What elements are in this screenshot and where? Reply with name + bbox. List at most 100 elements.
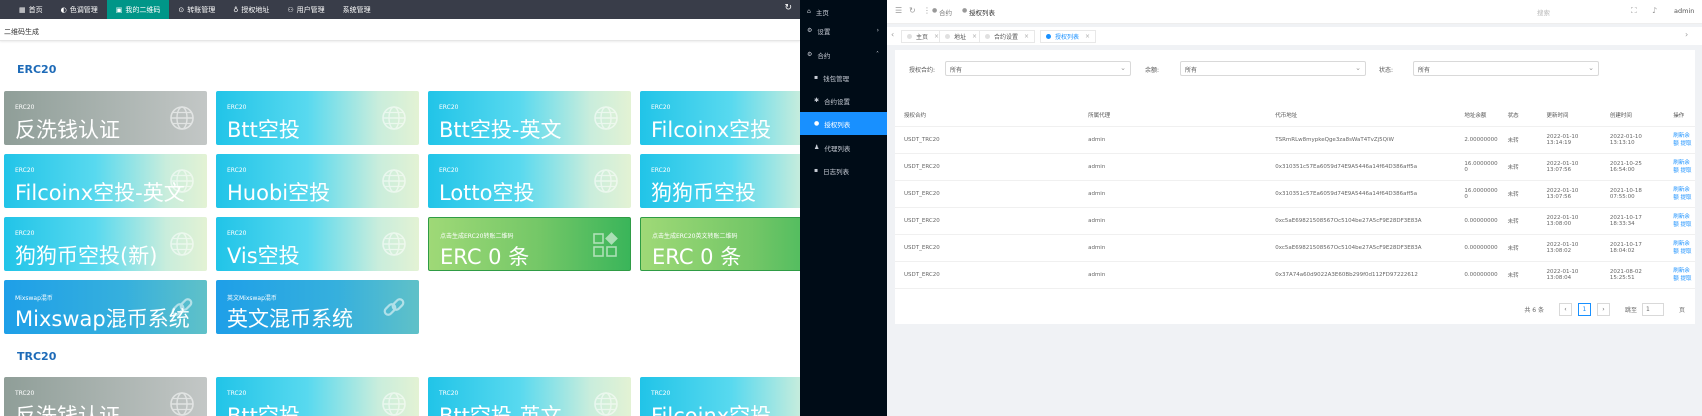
row-actions-link[interactable]: 刷新余额 提取 <box>1664 207 1695 235</box>
qrcode-card[interactable]: ERC20 狗狗币空投(新) <box>4 217 207 271</box>
card-caption: ERC20 <box>651 104 671 111</box>
table-cell: 2022-01-10 13:08:02 <box>1537 234 1601 262</box>
row-actions-link[interactable]: 刷新余额 提取 <box>1664 180 1695 208</box>
qrcode-card[interactable]: TRC20 Btt空投-英文 <box>428 377 631 416</box>
sidebar-item-4[interactable]: ✱ 合约设置 <box>800 89 887 112</box>
chevron-right-icon[interactable]: › <box>1685 30 1688 39</box>
bell-icon[interactable]: ♪ <box>1652 6 1657 15</box>
nav-item-4[interactable]: ♁ 授权地址 <box>224 0 278 19</box>
card-title: Filcoinx空投 <box>651 118 772 142</box>
filter-label: 授权合约: <box>909 67 936 74</box>
nav-item-6[interactable]: 系统管理 <box>334 0 380 19</box>
table-cell: 2022-01-10 13:13:10 <box>1600 126 1665 154</box>
nav-item-label: 系统管理 <box>342 5 371 14</box>
table-cell: 2021-10-18 07:55:00 <box>1600 180 1665 208</box>
dot-icon: ● <box>962 7 968 14</box>
qrcode-card[interactable]: TRC20 反洗钱认证 <box>4 377 207 416</box>
nav-item-label: 我的二维码 <box>125 5 161 14</box>
column-header: 创建时间 <box>1600 104 1665 127</box>
table-row: USDT_ERC20 admin 0xc5aE69821508567Oc5104be… <box>895 207 1695 235</box>
column-header: 授权合约 <box>895 104 1080 127</box>
nav-item-1[interactable]: ◐ 色调管理 <box>52 0 107 19</box>
nav-item-3[interactable]: ⊙ 转账管理 <box>169 0 224 19</box>
qrcode-card[interactable]: Mixswap混币 Mixswap混币系统 <box>4 280 207 334</box>
table-cell: 2021-08-02 15:25:51 <box>1600 261 1665 289</box>
filter-label: 状态: <box>1379 67 1394 74</box>
menu-icon[interactable]: ☰ <box>895 6 902 15</box>
next-page-button[interactable]: › <box>1596 302 1610 316</box>
nav-item-label: 用户管理 <box>296 5 325 14</box>
qrcode-card[interactable]: 点击生成ERC20转账二维码 ERC 0 条 <box>428 217 631 271</box>
table-cell: 未转 <box>1498 126 1538 154</box>
close-icon[interactable]: × <box>972 33 977 40</box>
table-cell: 2.00000000 <box>1455 126 1499 154</box>
qrcode-card[interactable]: TRC20 Filcoinx空投 <box>640 377 800 416</box>
fullscreen-icon[interactable]: ⛶ <box>1631 6 1637 16</box>
nav-item-0[interactable]: ▦ 首页 <box>10 0 52 19</box>
qrcode-card[interactable]: ERC20 Filcoinx空投-英文 <box>4 154 207 208</box>
qrcode-icon: ▣ <box>115 5 123 14</box>
qrcode-card[interactable]: ERC20 反洗钱认证 <box>4 91 207 145</box>
row-actions-link[interactable]: 刷新余额 提取 <box>1664 234 1695 262</box>
prev-page-button[interactable]: ‹ <box>1558 302 1572 316</box>
table-cell: USDT_ERC20 <box>895 261 1080 289</box>
table-cell: 2022-01-10 13:07:56 <box>1537 180 1601 208</box>
tab-1[interactable]: 地址 × <box>939 30 984 43</box>
tab-3[interactable]: 授权列表 × <box>1040 30 1097 43</box>
filter-label: 余额: <box>1145 67 1160 74</box>
chevron-left-icon[interactable]: ‹ <box>891 30 894 39</box>
row-actions-link[interactable]: 刷新余额 提取 <box>1664 261 1695 289</box>
qrcode-card[interactable]: ERC20 Lotto空投 <box>428 154 631 208</box>
card-title: 狗狗币空投 <box>651 181 756 205</box>
sidebar-item-5[interactable]: ● 授权列表 <box>800 112 887 135</box>
nav-item-5[interactable]: ⚇ 用户管理 <box>278 0 333 19</box>
card-title: 狗狗币空投(新) <box>15 244 158 268</box>
qrcode-card[interactable]: ERC20 狗狗币空投 <box>640 154 800 208</box>
qrcode-card[interactable]: ERC20 Btt空投-英文 <box>428 91 631 145</box>
sidebar-item-2[interactable]: ⚙ 合约 ˄ <box>800 43 887 66</box>
qrcode-card[interactable]: ERC20 Huobi空投 <box>216 154 419 208</box>
row-actions-link[interactable]: 刷新余额 提取 <box>1664 153 1695 181</box>
sidebar-item-label: 日志列表 <box>823 167 850 176</box>
qrcode-card[interactable]: 英文Mixswap混币 英文混币系统 <box>216 280 419 334</box>
filter-select[interactable]: 所有 ⌄ <box>945 61 1131 76</box>
qrcode-card[interactable]: TRC20 Btt空投 <box>216 377 419 416</box>
filter-select[interactable]: 所有 ⌄ <box>1413 61 1599 76</box>
table-cell: admin <box>1079 261 1267 289</box>
qrcode-card[interactable]: 点击生成ERC20英文转账二维码 ERC 0 条 <box>640 217 800 271</box>
qrcode-card[interactable]: ERC20 Filcoinx空投 <box>640 91 800 145</box>
sidebar-bullet-icon: ⌂ <box>807 8 811 15</box>
refresh-icon[interactable]: ↻ <box>909 6 916 15</box>
authorization-list-panel: ☰ ↻ ⋮ ● 合约 ● 授权列表 搜索 ⛶ ♪ admin ‹ › 主页 × 地址… <box>887 0 1702 416</box>
user-name[interactable]: admin <box>1674 7 1694 15</box>
table-row: USDT_ERC20 admin 0xc5aE69821508567Oc5104be… <box>895 234 1695 262</box>
table-row: USDT_ERC20 admin 0x310351c57Ea6059d74E9A54… <box>895 153 1695 181</box>
table-cell: USDT_TRC20 <box>895 126 1080 154</box>
qrcode-card[interactable]: ERC20 Vis空投 <box>216 217 419 271</box>
nav-item-2[interactable]: ▣ 我的二维码 <box>106 0 170 19</box>
filter-select[interactable]: 所有 ⌄ <box>1180 61 1366 76</box>
refresh-icon[interactable]: ↻ <box>784 3 792 13</box>
jump-page-input[interactable]: 1 <box>1641 302 1664 316</box>
table-cell: TSRmRLw8mypkeQge3za8sWaT4TvZj5QiW <box>1266 126 1456 154</box>
table-cell: admin <box>1079 126 1267 154</box>
user-icon: ⚇ <box>287 5 294 14</box>
sidebar-item-3[interactable]: ▪ 钱包管理 <box>800 66 887 89</box>
tab-dot-icon <box>1046 34 1051 39</box>
close-icon[interactable]: × <box>1085 33 1090 40</box>
qrcode-card[interactable]: ERC20 Btt空投 <box>216 91 419 145</box>
tab-2[interactable]: 合约设置 × <box>979 30 1036 43</box>
sidebar-item-1[interactable]: ⚙ 设置 › <box>800 19 887 42</box>
card-caption: 点击生成ERC20英文转账二维码 <box>652 233 738 240</box>
current-page-button[interactable]: 1 <box>1577 302 1591 316</box>
sidebar-item-6[interactable]: ♟ 代理列表 <box>800 136 887 159</box>
row-actions-link[interactable]: 刷新余额 提取 <box>1664 126 1695 154</box>
globe-icon <box>169 168 195 194</box>
card-title: Huobi空投 <box>227 181 331 205</box>
search-input[interactable]: 搜索 <box>1537 7 1550 17</box>
close-icon[interactable]: × <box>1024 33 1029 40</box>
breadcrumb-parent[interactable]: 合约 <box>939 7 952 17</box>
total-count: 共 6 条 <box>1524 306 1544 314</box>
sidebar-item-7[interactable]: ▪ 日志列表 <box>800 159 887 182</box>
sidebar-item-label: 代理列表 <box>824 144 851 153</box>
